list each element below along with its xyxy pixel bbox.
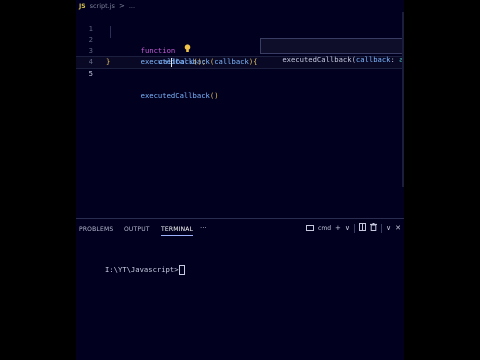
close-panel-icon[interactable]: ✕ (395, 224, 401, 232)
breadcrumb-file[interactable]: script.js (90, 2, 115, 10)
paren-token: () (209, 91, 219, 100)
line-number: 5 (88, 69, 93, 78)
tooltip-colon: : (390, 55, 400, 64)
breadcrumb: JS script.js > ... (76, 0, 404, 12)
tooltip-function-name: executedCallback (282, 55, 352, 64)
tooltip-param: callback (355, 55, 391, 64)
terminal-cursor (178, 265, 185, 275)
toolbar-divider (354, 223, 355, 233)
maximize-panel-chevron-icon[interactable]: ∨ (386, 224, 391, 232)
more-actions-icon[interactable]: ··· (200, 224, 207, 232)
trash-icon[interactable] (370, 223, 377, 233)
terminal-icon (306, 225, 315, 231)
vscode-window: JS script.js > ... 1 function executedCa… (76, 0, 404, 360)
new-terminal-icon[interactable]: + (335, 224, 341, 232)
tab-problems[interactable]: PROBLEMS (79, 226, 113, 233)
code-line-2[interactable]: 2 callback(); (76, 23, 404, 67)
breadcrumb-symbol[interactable]: ... (129, 2, 135, 10)
call-name-token: executedCallback (140, 91, 210, 100)
tab-terminal[interactable]: TERMINAL (161, 226, 194, 236)
panel-tabs: PROBLEMS OUTPUT TERMINAL ··· cmd + ∨ ∨ ✕ (76, 219, 404, 241)
code-line-1[interactable]: 1 function executedCallback(callback){ (76, 12, 404, 66)
terminal-dropdown-chevron-icon[interactable]: ∨ (345, 224, 350, 232)
editor-scrollbar[interactable] (402, 12, 404, 187)
terminal-toolbar: cmd + ∨ ∨ ✕ (306, 223, 401, 233)
tab-output[interactable]: OUTPUT (124, 226, 150, 233)
split-terminal-icon[interactable] (359, 223, 366, 233)
javascript-file-icon: JS (79, 2, 86, 10)
toolbar-divider (381, 223, 382, 233)
breadcrumb-separator: > (118, 2, 125, 10)
terminal-output[interactable]: I:\YT\Javascript> (79, 256, 185, 284)
signature-tooltip: executedCallback(callback: any): void (260, 38, 404, 64)
lightbulb-icon[interactable] (184, 44, 191, 55)
bottom-panel: PROBLEMS OUTPUT TERMINAL ··· cmd + ∨ ∨ ✕ (76, 218, 404, 360)
terminal-label[interactable]: cmd (318, 225, 331, 232)
terminal-prompt: I:\YT\Javascript> (104, 265, 179, 274)
